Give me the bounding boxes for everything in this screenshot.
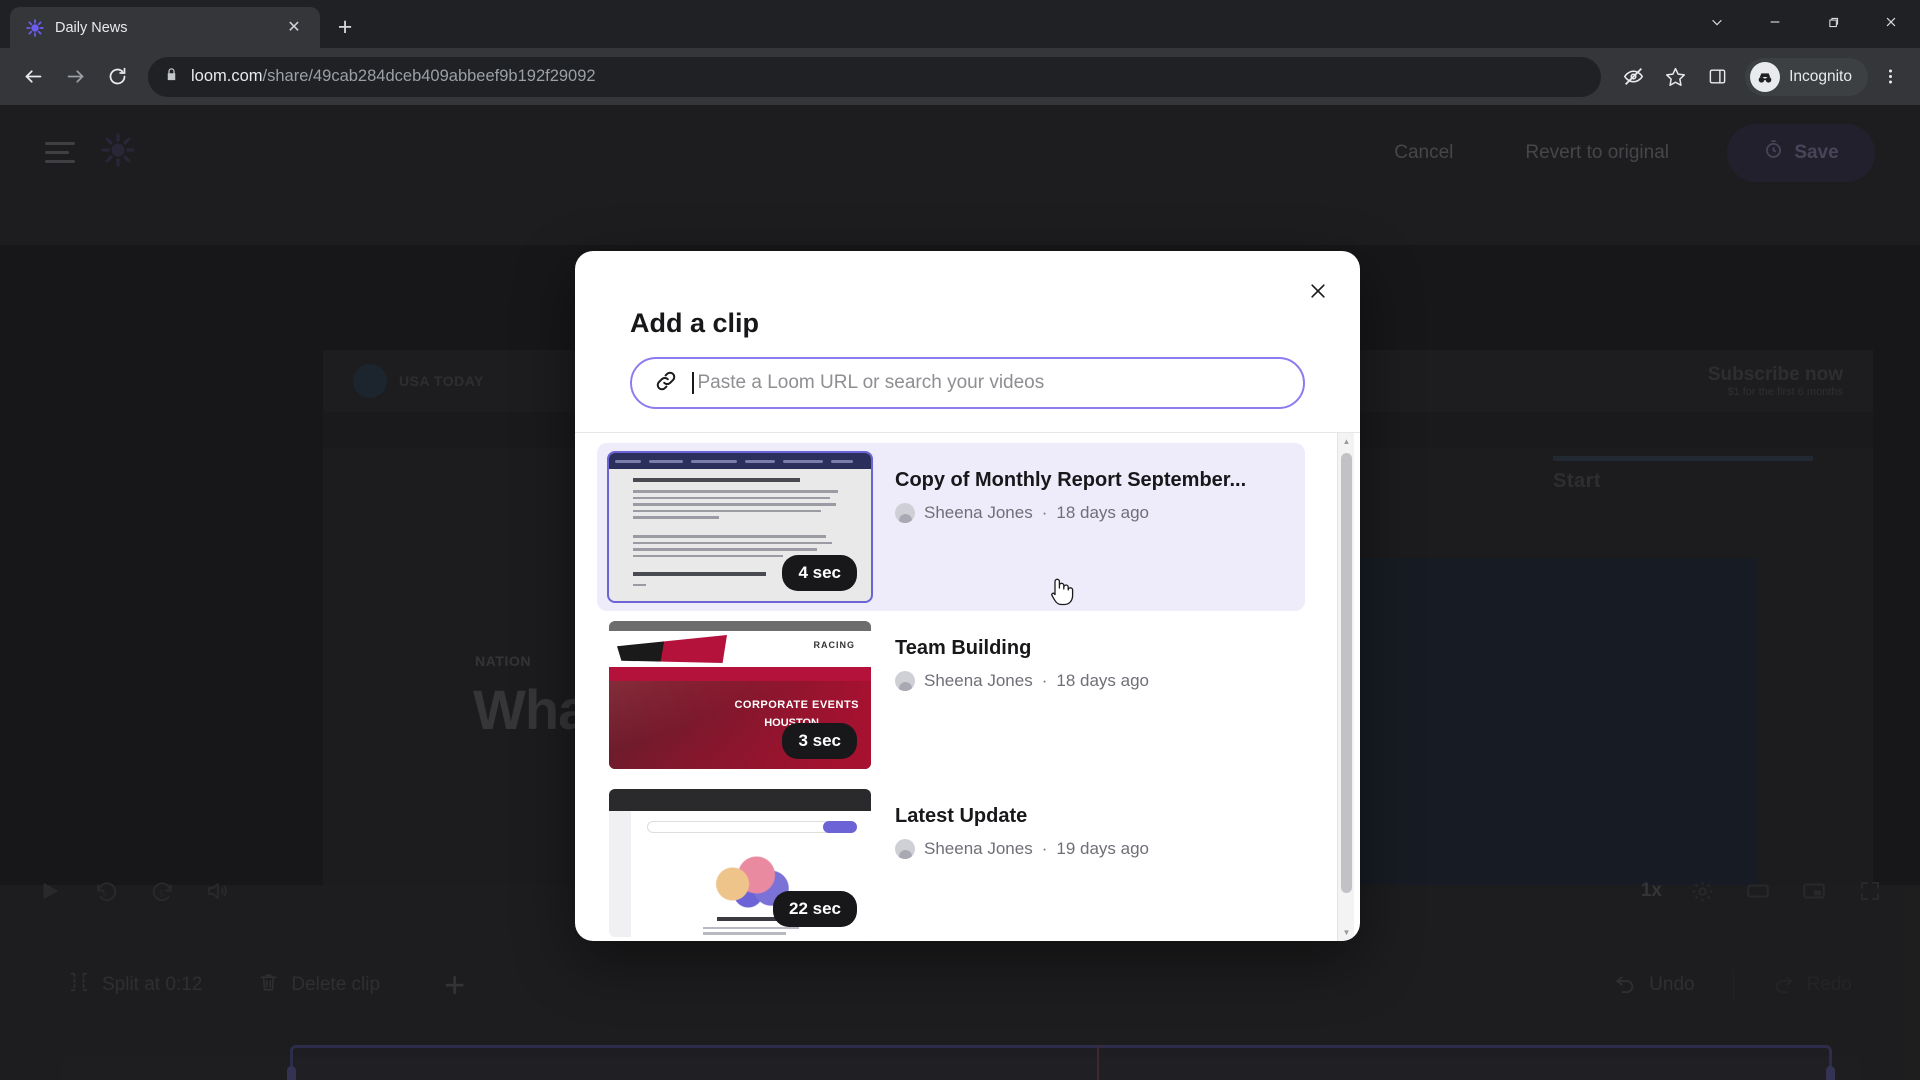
tab-title: Daily News — [55, 19, 128, 36]
window-controls — [1688, 0, 1920, 44]
clip-author: Sheena Jones — [924, 839, 1033, 858]
new-tab-button[interactable]: + — [328, 10, 362, 44]
clip-title: Team Building — [895, 637, 1032, 659]
close-window-button[interactable] — [1862, 0, 1920, 44]
loom-logo-icon — [26, 18, 44, 37]
modal-title: Add a clip — [630, 308, 760, 338]
clip-age: 18 days ago — [1056, 503, 1150, 522]
scroll-up-arrow-icon[interactable]: ▲ — [1338, 433, 1355, 450]
clip-thumbnail[interactable]: 4 sec — [607, 451, 873, 603]
minimize-button[interactable] — [1746, 0, 1804, 44]
chevron-down-icon[interactable] — [1688, 0, 1746, 44]
clip-thumbnail[interactable]: RACING CORPORATE EVENTS HOUSTON 3 sec — [609, 621, 871, 769]
clip-title: Latest Update — [895, 805, 1028, 827]
avatar — [895, 671, 915, 691]
close-icon[interactable] — [1298, 271, 1338, 311]
url-domain: loom.com — [191, 67, 263, 85]
clip-meta: Copy of Monthly Report September... Shee… — [895, 453, 1246, 523]
maximize-icon[interactable] — [1804, 0, 1862, 44]
byline-separator: · — [1041, 839, 1048, 858]
side-panel-icon[interactable] — [1697, 57, 1737, 97]
incognito-avatar-icon — [1750, 61, 1781, 92]
browser-tab[interactable]: Daily News ✕ — [10, 7, 320, 48]
scroll-down-arrow-icon[interactable]: ▼ — [1338, 924, 1355, 941]
clip-meta: Team Building Sheena Jones · 18 days ago — [895, 621, 1149, 691]
clip-byline: Sheena Jones · 18 days ago — [895, 671, 1149, 691]
clip-author: Sheena Jones — [924, 503, 1033, 522]
toolbar-icon-group: Incognito — [1613, 57, 1910, 97]
address-bar[interactable]: loom.com/share/49cab284dceb409abbeef9b19… — [148, 56, 1602, 97]
profile-chip[interactable]: Incognito — [1745, 57, 1868, 96]
clip-thumbnail[interactable]: 22 sec — [609, 789, 871, 937]
clip-duration-badge: 22 sec — [773, 891, 857, 927]
clip-duration-badge: 3 sec — [782, 723, 857, 759]
link-chain-icon — [654, 369, 678, 398]
close-icon[interactable]: ✕ — [282, 16, 306, 40]
search-input[interactable]: Paste a Loom URL or search your videos — [630, 357, 1305, 409]
clip-author: Sheena Jones — [924, 671, 1033, 690]
mouse-cursor — [1046, 573, 1076, 607]
add-clip-modal: Add a clip Paste a Loom URL or search yo… — [575, 251, 1360, 941]
forward-arrow-icon[interactable] — [56, 58, 94, 96]
clip-age: 18 days ago — [1056, 671, 1150, 690]
bookmark-star-icon[interactable] — [1655, 57, 1695, 97]
browser-window: Daily News ✕ + loom.com/share/49cab284dc… — [0, 0, 1920, 1080]
tab-strip: Daily News ✕ + — [0, 0, 1920, 48]
scrollbar[interactable]: ▲ ▼ — [1337, 433, 1354, 941]
three-dot-menu-icon[interactable] — [1870, 57, 1910, 97]
list-item[interactable]: 4 sec Copy of Monthly Report September..… — [597, 443, 1305, 611]
list-item[interactable]: RACING CORPORATE EVENTS HOUSTON 3 sec Te… — [597, 611, 1305, 779]
clip-byline: Sheena Jones · 19 days ago — [895, 839, 1149, 859]
search-placeholder: Paste a Loom URL or search your videos — [697, 372, 1045, 393]
clip-title: Copy of Monthly Report September... — [895, 469, 1247, 491]
byline-separator: · — [1041, 503, 1048, 522]
back-arrow-icon[interactable] — [14, 58, 52, 96]
scrollbar-thumb[interactable] — [1341, 453, 1352, 893]
clip-meta: Latest Update Sheena Jones · 19 days ago — [895, 789, 1149, 859]
third-party-cookie-blocked-icon[interactable] — [1613, 57, 1653, 97]
avatar — [895, 503, 915, 523]
clip-age: 19 days ago — [1056, 839, 1150, 858]
clip-duration-badge: 4 sec — [782, 555, 857, 591]
url-path: /share/49cab284dceb409abbeef9b192f29092 — [262, 67, 596, 85]
search-row: Paste a Loom URL or search your videos — [575, 339, 1360, 409]
profile-label: Incognito — [1789, 67, 1852, 85]
reload-icon[interactable] — [98, 58, 136, 96]
browser-toolbar: loom.com/share/49cab284dceb409abbeef9b19… — [0, 48, 1920, 105]
list-item[interactable]: 22 sec Latest Update Sheena Jones · 19 d… — [597, 779, 1305, 941]
byline-separator: · — [1041, 671, 1048, 690]
text-caret — [692, 372, 694, 394]
avatar — [895, 839, 915, 859]
clip-list: 4 sec Copy of Monthly Report September..… — [575, 433, 1360, 941]
address-bar-url: loom.com/share/49cab284dceb409abbeef9b19… — [191, 67, 596, 86]
clip-byline: Sheena Jones · 18 days ago — [895, 503, 1246, 523]
lock-icon — [164, 67, 179, 87]
